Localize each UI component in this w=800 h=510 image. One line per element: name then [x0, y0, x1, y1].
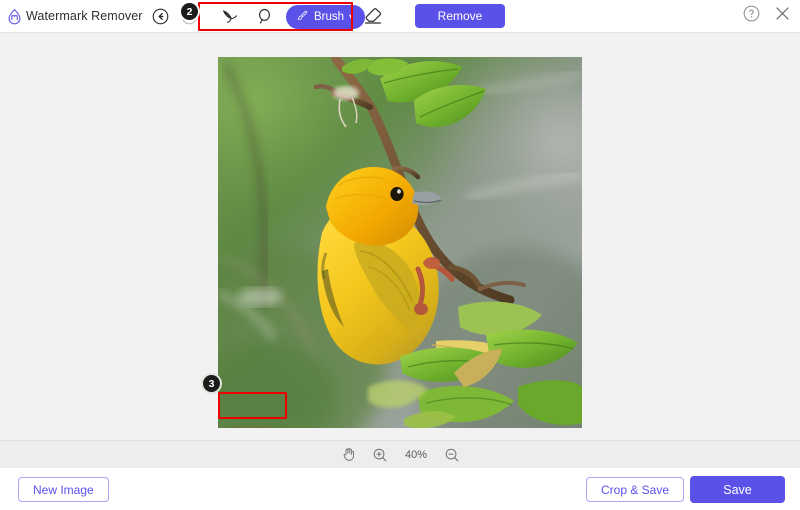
undo-arrow-icon [151, 7, 170, 26]
zoom-in-button[interactable] [372, 447, 388, 463]
brush-tool-button[interactable]: Brush ▾ [286, 5, 365, 29]
hand-tool-button[interactable] [340, 446, 357, 463]
zoom-out-icon [444, 447, 460, 463]
brush-icon [296, 9, 309, 25]
bottom-action-bar: New Image Crop & Save Save [0, 468, 800, 510]
eraser-icon [362, 5, 384, 27]
selection-toolbar: Brush ▾ [148, 3, 365, 30]
photo-bird-on-branch [218, 57, 582, 428]
lasso-tool-button[interactable] [217, 4, 242, 29]
app-header: Watermark Remover [0, 0, 800, 33]
hand-tool-icon [340, 446, 357, 463]
ellipse-icon [254, 6, 275, 27]
zoom-level-label: 40% [403, 449, 429, 461]
help-button[interactable] [742, 4, 761, 23]
zoom-toolbar: 40% [0, 440, 800, 468]
zoom-out-button[interactable] [444, 447, 460, 463]
droplet-m-logo-icon [6, 8, 23, 25]
lasso-icon [219, 6, 240, 27]
brush-tool-label: Brush [314, 11, 344, 23]
canvas-area[interactable]: @Myexample [0, 33, 800, 440]
close-x-icon [773, 4, 792, 23]
annotation-badge-3: 3 [203, 375, 220, 392]
zoom-in-icon [372, 447, 388, 463]
eraser-tool-button[interactable] [360, 3, 386, 29]
image-canvas[interactable]: @Myexample [218, 57, 582, 428]
brand: Watermark Remover [6, 8, 143, 25]
close-button[interactable] [773, 4, 792, 23]
question-circle-icon [742, 4, 761, 23]
new-image-button[interactable]: New Image [18, 477, 109, 502]
app-title: Watermark Remover [26, 9, 143, 23]
remove-watermark-button[interactable]: Remove [415, 4, 505, 28]
header-right-controls [742, 4, 792, 23]
ellipse-tool-button[interactable] [252, 4, 277, 29]
save-button[interactable]: Save [690, 476, 785, 503]
crop-and-save-button[interactable]: Crop & Save [586, 477, 684, 502]
watermark-remover-app: Watermark Remover [0, 0, 800, 510]
undo-button[interactable] [148, 4, 173, 29]
annotation-badge-2: 2 [181, 3, 198, 20]
chevron-down-icon: ▾ [349, 13, 353, 21]
